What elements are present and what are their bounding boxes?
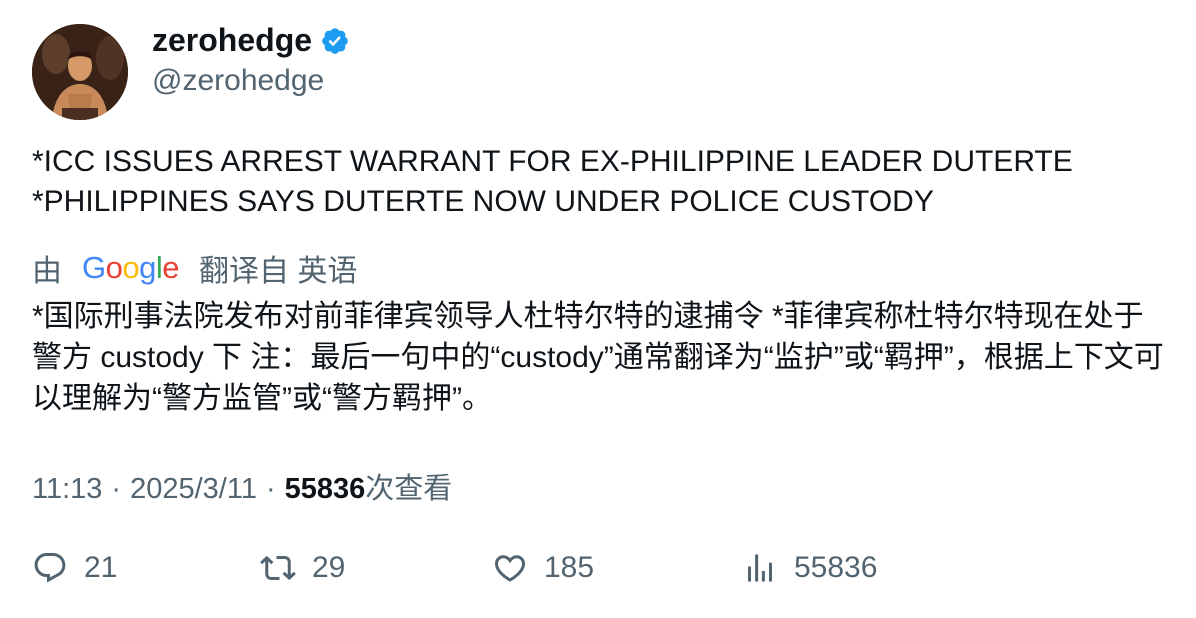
analytics-icon xyxy=(748,554,772,582)
verified-badge-icon xyxy=(320,26,350,56)
reply-button[interactable]: 21 xyxy=(32,550,117,586)
tweet-text-line: *PHILIPPINES SAYS DUTERTE NOW UNDER POLI… xyxy=(32,185,934,218)
reply-icon xyxy=(34,553,66,583)
translated-by-prefix: 由 xyxy=(32,255,62,288)
author-name-row: zerohedge xyxy=(152,22,350,59)
translated-from-language[interactable]: 翻译自 英语 xyxy=(199,246,357,290)
tweet-date[interactable]: 2025/3/11 xyxy=(130,473,257,506)
retweet-icon xyxy=(260,555,296,581)
tweet-card: zerohedge @zerohedge *ICC ISSUES ARREST … xyxy=(0,0,1196,618)
translated-by-row: 由 Google 翻译自 英语 xyxy=(32,246,357,290)
retweet-count: 29 xyxy=(312,551,346,584)
like-button[interactable]: 185 xyxy=(492,550,594,586)
tweet-meta: 11:13 · 2025/3/11 · 55836 次查看 xyxy=(32,465,452,507)
author-handle[interactable]: @zerohedge xyxy=(152,64,324,98)
views-label: 次查看 xyxy=(365,473,453,505)
meta-separator: · xyxy=(265,473,276,505)
meta-separator: · xyxy=(111,473,122,505)
avatar[interactable] xyxy=(32,24,128,120)
google-logo: Google xyxy=(82,250,180,285)
views-action-count: 55836 xyxy=(794,551,878,584)
translated-text: *国际刑事法院发布对前菲律宾领导人杜特尔特的逮捕令 *菲律宾称杜特尔特现在处于警… xyxy=(32,300,1164,415)
action-bar: 21 29 185 55836 xyxy=(32,550,1172,594)
views-button[interactable]: 55836 xyxy=(742,550,877,586)
reply-count: 21 xyxy=(84,551,118,584)
retweet-button[interactable]: 29 xyxy=(260,550,345,586)
avatar-image xyxy=(32,24,128,120)
views-count: 55836 xyxy=(284,473,366,505)
tweet-text: *ICC ISSUES ARREST WARRANT FOR EX-PHILIP… xyxy=(32,142,1172,222)
tweet-time[interactable]: 11:13 xyxy=(32,473,102,506)
heart-icon xyxy=(494,555,526,582)
tweet-text-line: *ICC ISSUES ARREST WARRANT FOR EX-PHILIP… xyxy=(32,145,1073,178)
like-count: 185 xyxy=(544,551,595,584)
author-display-name[interactable]: zerohedge xyxy=(152,22,312,59)
